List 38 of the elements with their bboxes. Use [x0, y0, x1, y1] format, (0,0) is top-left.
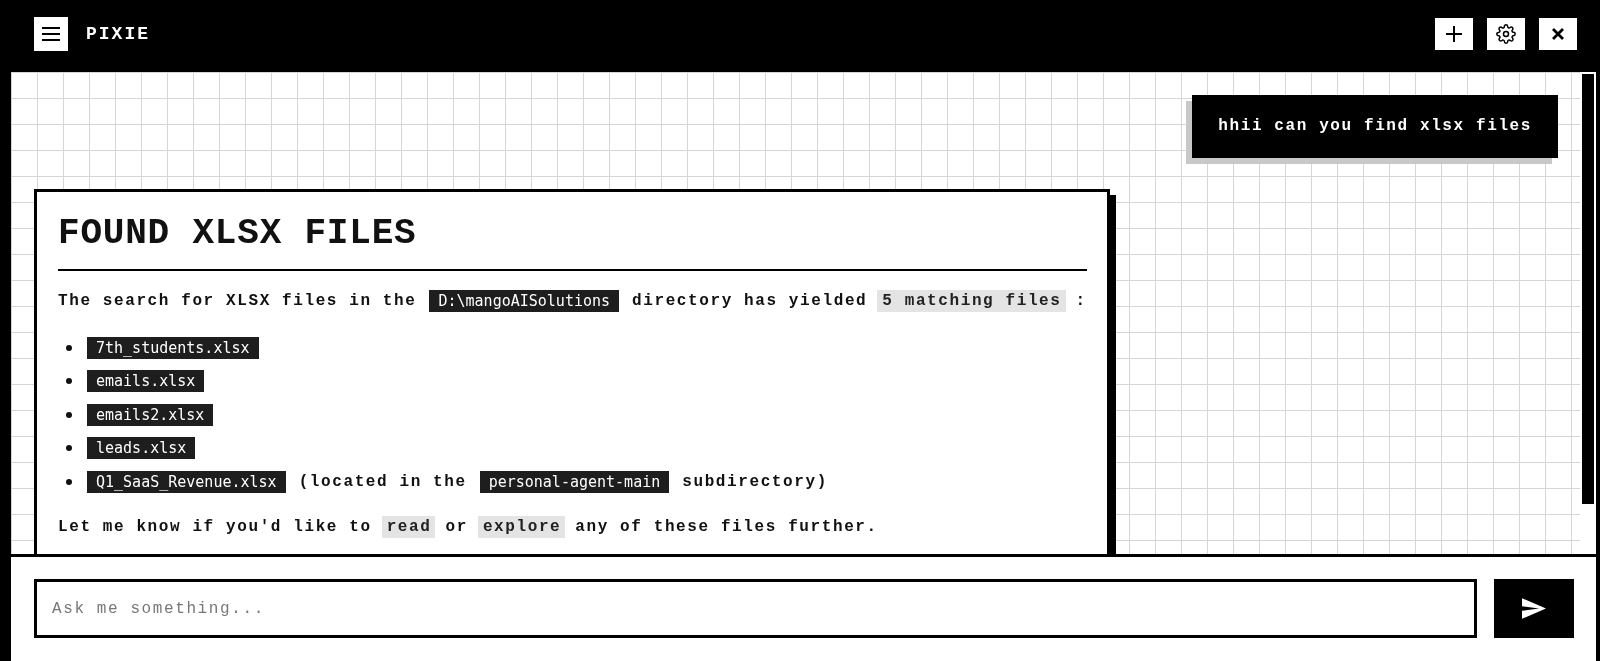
menu-button[interactable] [34, 17, 68, 51]
highlighted-text: explore [477, 515, 566, 538]
inline-code: Q1_SaaS_Revenue.xlsx [87, 470, 286, 493]
inline-code: D:\mangoAISolutions [429, 290, 620, 312]
inline-code: personal-agent-main [479, 470, 670, 493]
message-input[interactable]: Ask me something... [34, 579, 1477, 638]
app-title: PIXIE [86, 24, 150, 44]
bullet-icon [66, 344, 72, 351]
highlighted-text: read [381, 515, 436, 538]
paragraph-text: subdirectory) [682, 471, 828, 493]
card-heading: FOUND XLSX FILES [58, 212, 417, 255]
settings-icon [1496, 24, 1516, 44]
highlighted-text: 5 matching files [877, 290, 1066, 312]
bullet-icon [66, 411, 72, 418]
paragraph-text: any of these files further. [575, 516, 878, 538]
menu-icon [42, 27, 60, 41]
scrollbar-thumb[interactable] [1582, 74, 1594, 504]
send-button[interactable] [1494, 579, 1574, 638]
bullet-icon [66, 478, 72, 485]
send-icon [1522, 598, 1546, 619]
close-icon [1552, 28, 1564, 40]
inline-code: 7th_students.xlsx [87, 336, 259, 359]
paragraph-text: The search for XLSX files in the [58, 291, 417, 312]
message-text: hhii can you find xlsx files [1218, 116, 1532, 137]
paragraph-text: or [445, 516, 468, 538]
settings-button[interactable] [1487, 18, 1525, 50]
inline-code: emails2.xlsx [87, 403, 214, 426]
bullet-icon [66, 378, 72, 385]
inline-code: leads.xlsx [87, 437, 196, 460]
paragraph-text: Let me know if you'd like to [58, 516, 372, 538]
paragraph-text: (located in the [298, 471, 467, 493]
inline-code: emails.xlsx [87, 370, 205, 393]
paragraph-text: directory has yielded [632, 291, 868, 312]
close-button[interactable] [1539, 18, 1577, 50]
new-chat-button[interactable] [1435, 18, 1473, 50]
bullet-icon [66, 445, 72, 452]
plus-icon [1446, 26, 1462, 42]
paragraph-text: : [1075, 291, 1087, 312]
